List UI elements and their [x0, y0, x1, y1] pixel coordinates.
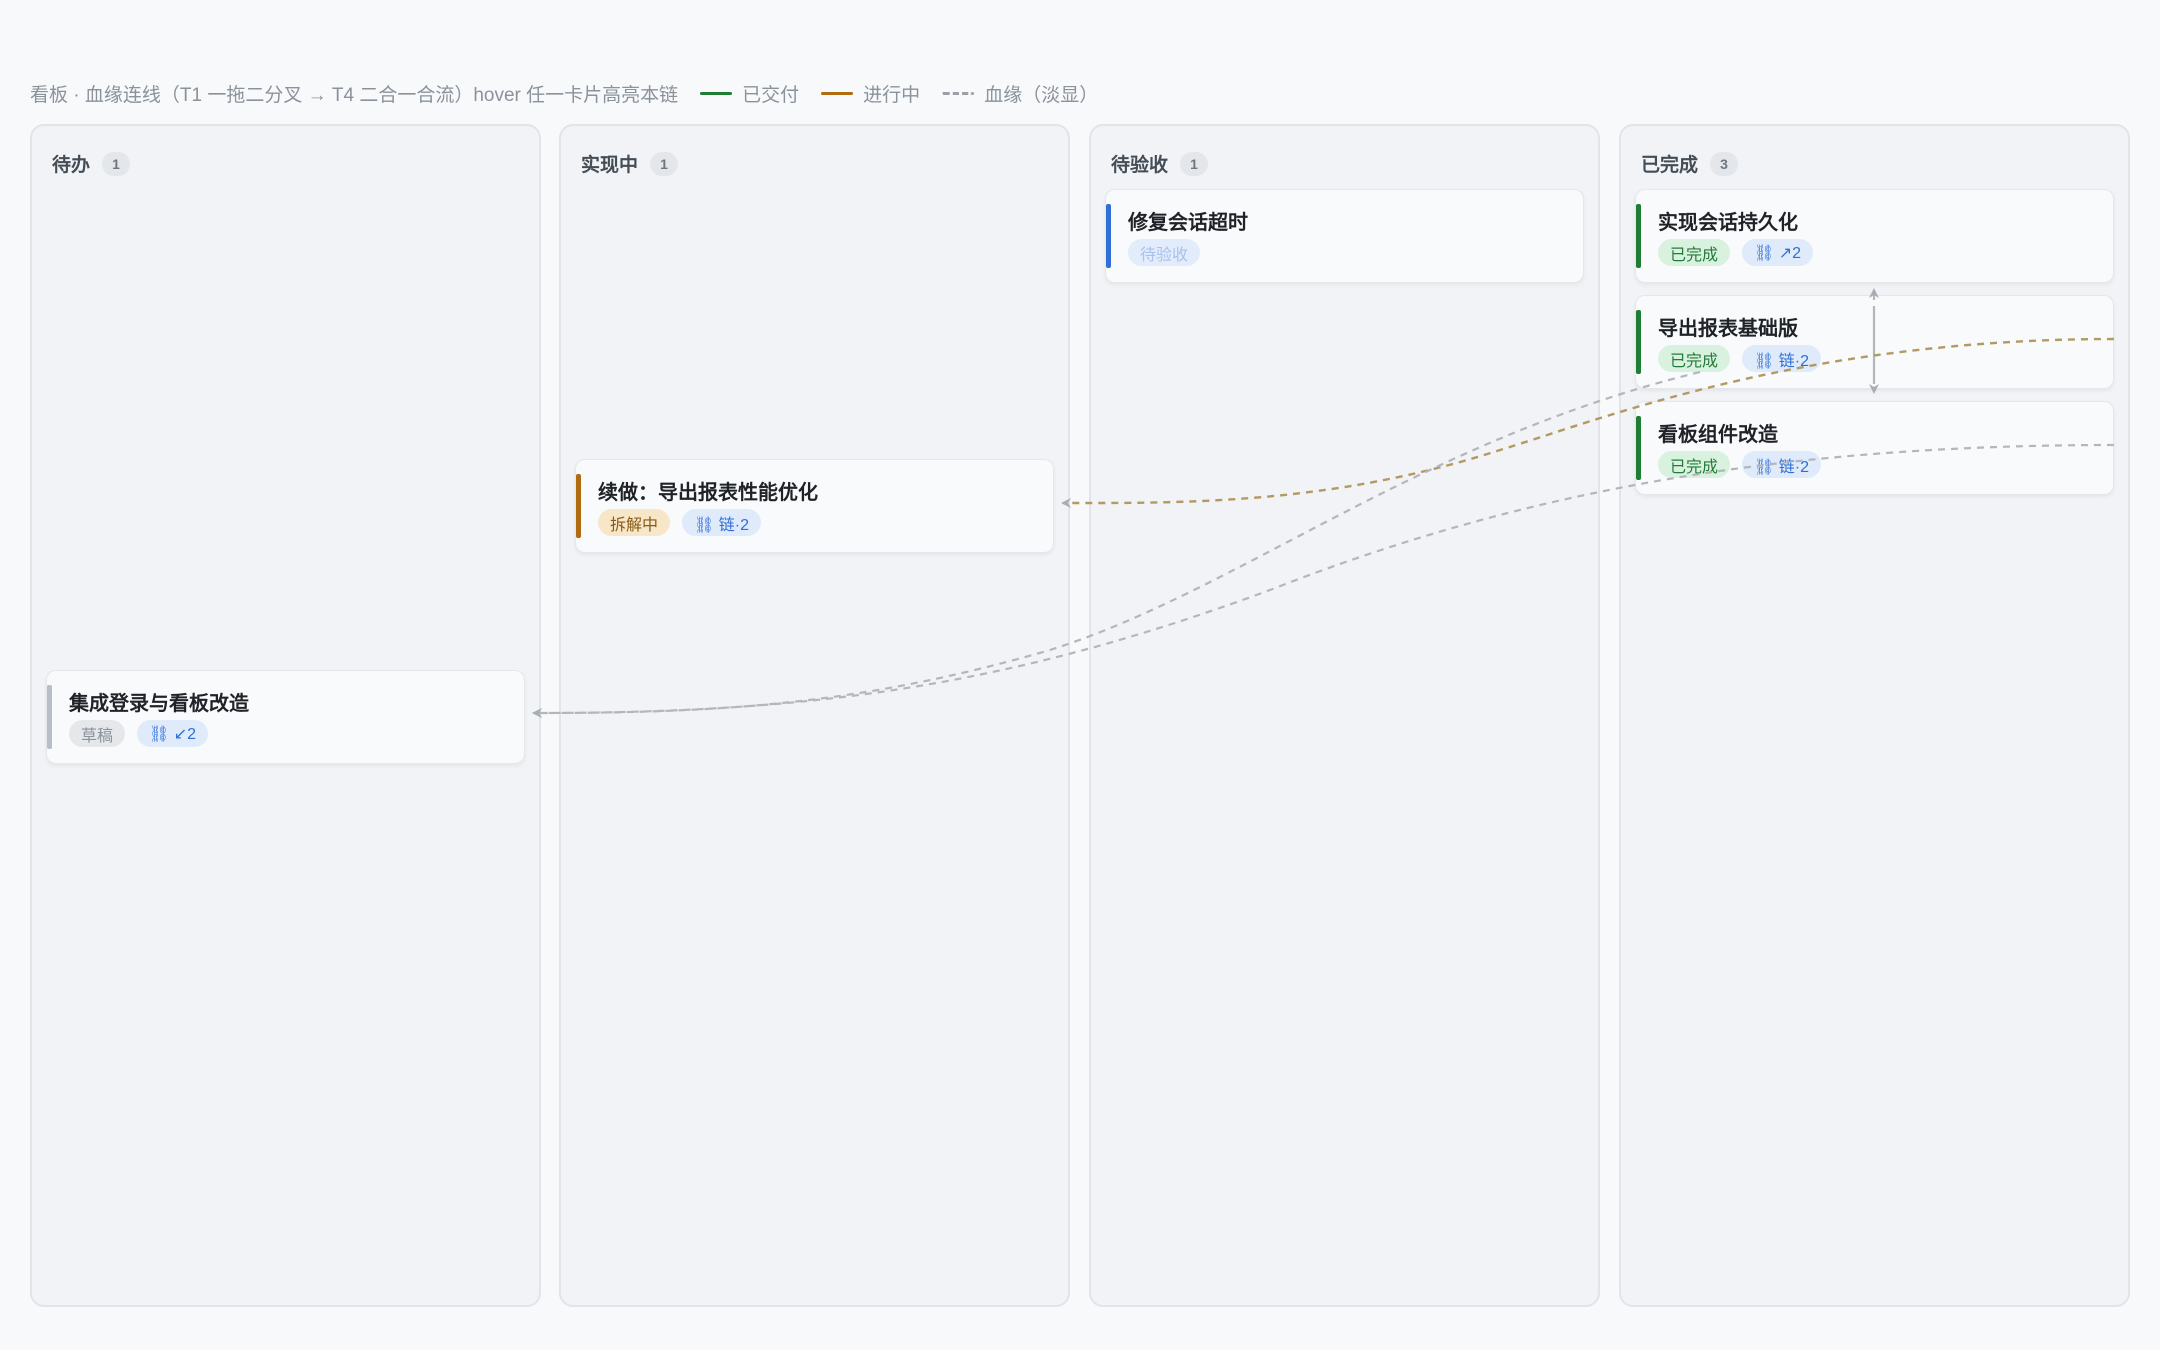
card-done-3[interactable]: 看板组件改造 已完成 ⛓ 链·2: [1635, 401, 2114, 495]
kanban-board: 待办 1 集成登录与看板改造 草稿 ⛓ ↙2 实现中 1 续做：导出报表性能优化…: [30, 124, 2130, 1307]
legend-delivered: 已交付: [700, 80, 799, 107]
card-tags: 已完成 ⛓ 链·2: [1658, 451, 1822, 478]
lineage-link-chip[interactable]: ⛓ ↗2: [1742, 239, 1814, 266]
column-count-badge: 1: [102, 151, 131, 176]
column-header: 已完成 3: [1641, 150, 1739, 177]
legend-delivered-swatch: [700, 91, 733, 95]
column-count-badge: 1: [1180, 151, 1209, 176]
card-accent: [576, 474, 581, 538]
column-title: 待验收: [1111, 155, 1169, 176]
legend-delivered-label: 已交付: [742, 84, 800, 106]
board-header: 看板 · 血缘连线（T1 一拖二分叉 → T4 二合一合流）hover 任一卡片…: [30, 80, 1098, 106]
card-accent: [1636, 416, 1641, 480]
card-review-1[interactable]: 修复会话超时 待验收: [1105, 189, 1584, 283]
legend-lineage-swatch: [942, 91, 975, 95]
column-in-progress[interactable]: 实现中 1 续做：导出报表性能优化 拆解中 ⛓ 链·2: [559, 124, 1070, 1307]
card-tags: 待验收: [1128, 239, 1201, 266]
card-title: 续做：导出报表性能优化: [598, 482, 818, 504]
card-accent: [47, 685, 52, 749]
column-done[interactable]: 已完成 3 实现会话持久化 已完成 ⛓ ↗2 导出报表基础版 已完成 ⛓ 链·2…: [1619, 124, 2130, 1307]
card-backlog-1[interactable]: 集成登录与看板改造 草稿 ⛓ ↙2: [46, 670, 525, 764]
card-done-1[interactable]: 实现会话持久化 已完成 ⛓ ↗2: [1635, 189, 2114, 283]
column-count-badge: 3: [1710, 151, 1739, 176]
legend-in-progress-label: 进行中: [863, 84, 921, 106]
lineage-link-chip[interactable]: ⛓ ↙2: [137, 720, 209, 747]
lineage-link-chip[interactable]: ⛓ 链·2: [1742, 451, 1822, 478]
card-accent: [1106, 204, 1111, 268]
column-title: 实现中: [581, 155, 639, 176]
card-tags: 草稿 ⛓ ↙2: [69, 720, 209, 747]
card-tags: 已完成 ⛓ ↗2: [1658, 239, 1814, 266]
column-header: 待验收 1: [1111, 150, 1209, 177]
card-title: 导出报表基础版: [1658, 318, 1798, 340]
lineage-link-chip[interactable]: ⛓ 链·2: [1742, 345, 1822, 372]
lineage-link-chip[interactable]: ⛓ 链·2: [682, 509, 762, 536]
card-title: 实现会话持久化: [1658, 212, 1798, 234]
status-badge: 待验收: [1128, 239, 1201, 266]
board-description: 看板 · 血缘连线（T1 一拖二分叉 → T4 二合一合流）hover 任一卡片…: [30, 84, 679, 106]
status-badge: 已完成: [1658, 451, 1731, 478]
column-count-badge: 1: [650, 151, 679, 176]
status-badge: 已完成: [1658, 345, 1731, 372]
status-badge: 已完成: [1658, 239, 1731, 266]
legend-lineage: 血缘（淡显）: [942, 80, 1098, 107]
status-badge: 拆解中: [598, 509, 671, 536]
legend-in-progress-swatch: [821, 91, 854, 95]
column-title: 已完成: [1641, 155, 1699, 176]
column-header: 待办 1: [52, 150, 131, 177]
card-accent: [1636, 310, 1641, 374]
card-wip-1[interactable]: 续做：导出报表性能优化 拆解中 ⛓ 链·2: [575, 459, 1054, 553]
card-tags: 已完成 ⛓ 链·2: [1658, 345, 1822, 372]
card-tags: 拆解中 ⛓ 链·2: [598, 509, 762, 536]
card-title: 修复会话超时: [1128, 212, 1248, 234]
card-title: 集成登录与看板改造: [69, 693, 249, 715]
status-badge: 草稿: [69, 720, 126, 747]
legend-in-progress: 进行中: [821, 80, 920, 107]
column-review[interactable]: 待验收 1 修复会话超时 待验收: [1089, 124, 1600, 1307]
legend-lineage-label: 血缘（淡显）: [984, 84, 1099, 106]
card-accent: [1636, 204, 1641, 268]
column-title: 待办: [52, 155, 91, 176]
column-backlog[interactable]: 待办 1 集成登录与看板改造 草稿 ⛓ ↙2: [30, 124, 541, 1307]
column-header: 实现中 1: [581, 150, 679, 177]
card-done-2[interactable]: 导出报表基础版 已完成 ⛓ 链·2: [1635, 295, 2114, 389]
card-title: 看板组件改造: [1658, 424, 1778, 446]
